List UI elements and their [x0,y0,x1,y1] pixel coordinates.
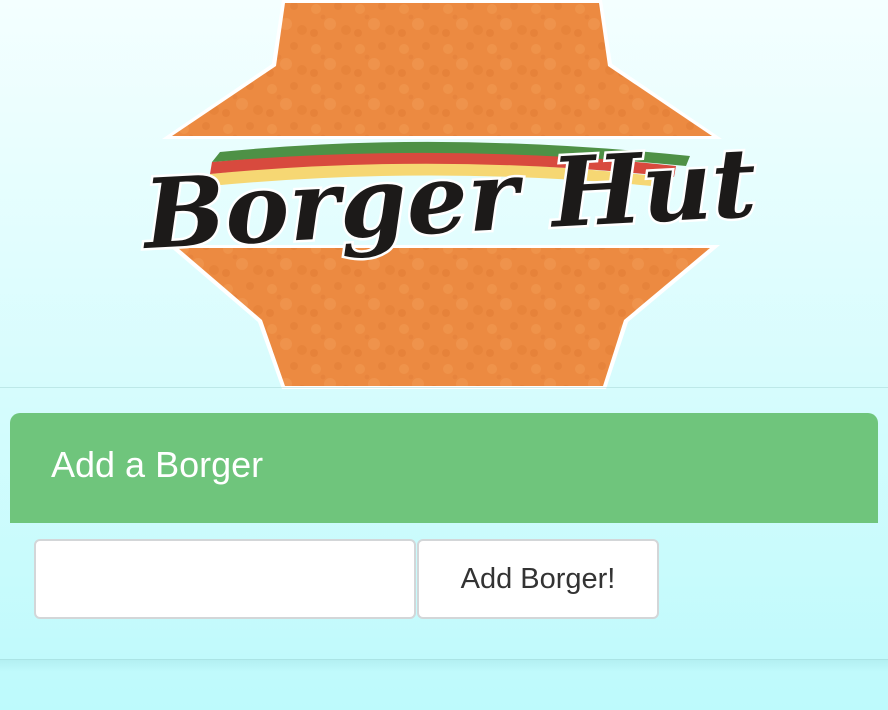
borger-hut-logo: Borger Hut [0,0,888,390]
logo-bottom-bun [168,245,720,389]
panel-title: Add a Borger [51,444,264,485]
logo-top-bun [162,0,722,139]
borger-hut-logo-graphic: Borger Hut [135,0,761,389]
add-borger-form: Add Borger! [34,539,659,619]
borger-name-input[interactable] [34,539,416,619]
panel-heading: Add a Borger [10,413,878,523]
add-borger-panel: Add a Borger Add Borger! [0,388,888,660]
add-borger-button[interactable]: Add Borger! [417,539,659,619]
panel-bottom-shadow [0,660,888,672]
